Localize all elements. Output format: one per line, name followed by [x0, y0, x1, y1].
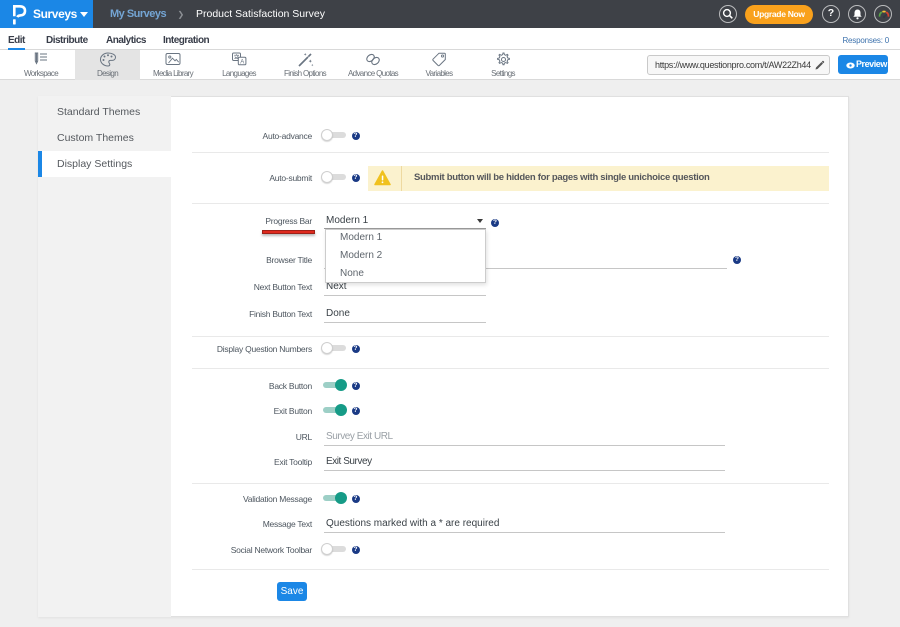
svg-text:A: A	[240, 59, 244, 65]
